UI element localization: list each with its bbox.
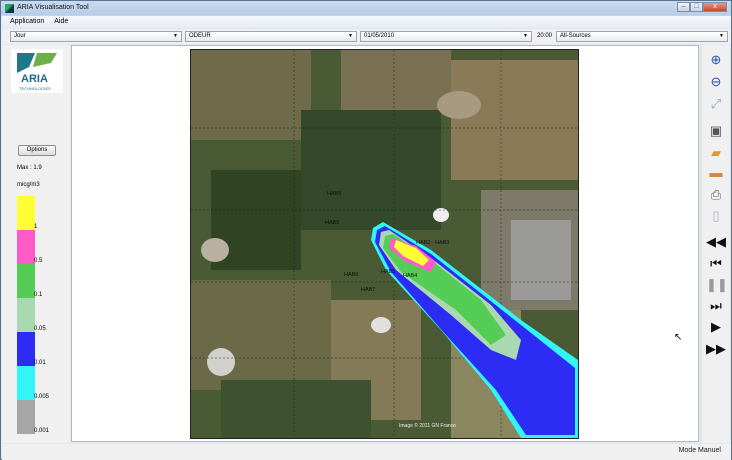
save-icon[interactable]: ▣ <box>706 122 726 140</box>
aria-logo: ARIA TECHNOLOGIES <box>11 49 63 93</box>
pollutant-value: ODEUR <box>189 33 211 39</box>
open-folder-icon[interactable]: ▰ <box>706 144 726 162</box>
minimize-button[interactable]: – <box>677 2 690 12</box>
receptor-label: HAB3 <box>435 240 450 246</box>
max-value: Max : 1.9 <box>17 165 42 171</box>
menu-bar: Application Aide <box>2 16 731 28</box>
source-select[interactable]: All-Sources ▼ <box>556 31 728 42</box>
close-button[interactable]: x <box>703 2 727 12</box>
window-title: ARIA Visualisation Tool <box>17 4 89 11</box>
unit-label: micg/m3 <box>17 182 40 188</box>
map-credit: Image © 2011 GN France <box>399 423 456 429</box>
skip-back-icon[interactable]: ⏮ <box>706 255 726 273</box>
mouse-cursor: ↖ <box>674 332 683 343</box>
chevron-down-icon: ▼ <box>348 33 353 39</box>
legend-swatch <box>17 400 35 434</box>
legend-swatch <box>17 366 35 400</box>
svg-text:TECHNOLOGIES: TECHNOLOGIES <box>19 86 51 91</box>
fast-forward-icon[interactable]: ▶▶ <box>706 340 726 358</box>
date-value: 01/05/2010 <box>364 33 395 39</box>
right-toolbar: ⊕ ⊖ ⤢ ▣ ▰ ▬ ⎙ ▯ ◀◀ ⏮ ❚❚ ⏭ ▶ ▶▶ <box>702 45 730 443</box>
legend-swatch <box>17 264 35 298</box>
legend-label: 0.01 <box>34 360 46 366</box>
legend-swatch <box>17 196 35 230</box>
options-button[interactable]: Options <box>18 145 56 156</box>
fit-extent-icon[interactable]: ⤢ <box>706 95 726 113</box>
receptor-label: HAB4 <box>403 273 418 279</box>
pollutant-select[interactable]: ODEUR ▼ <box>185 31 357 42</box>
receptor-label: HAB5 <box>381 269 396 275</box>
page-icon[interactable]: ▯ <box>706 207 726 225</box>
legend-swatch <box>17 230 35 264</box>
satellite-map[interactable]: HAB9 HAB8 HAB2 HAB3 HAB6 HAB5 HAB4 HAB7 Image ©… <box>190 49 579 439</box>
legend-label: 0.05 <box>34 326 46 332</box>
app-icon <box>5 4 14 13</box>
receptor-label: HAB6 <box>344 272 359 278</box>
status-bar: Mode Manuel <box>2 444 731 460</box>
receptor-label: HAB8 <box>325 220 340 226</box>
date-select[interactable]: 01/05/2010 ▼ <box>360 31 532 42</box>
zoom-out-icon[interactable]: ⊖ <box>706 73 726 91</box>
title-bar: ARIA Visualisation Tool – □ x <box>1 1 731 16</box>
legend-swatch <box>17 298 35 332</box>
receptor-label: HAB7 <box>361 287 376 293</box>
time-label: 20:00 <box>537 33 553 39</box>
menu-application[interactable]: Application <box>10 16 44 28</box>
legend-label: 0.1 <box>34 292 43 298</box>
svg-text:ARIA: ARIA <box>21 73 48 85</box>
legend-label: 0.5 <box>34 258 43 264</box>
period-select[interactable]: Jour ▼ <box>10 31 182 42</box>
menu-aide[interactable]: Aide <box>54 16 68 28</box>
legend-label: 0.005 <box>34 394 50 400</box>
receptor-label: HAB2 <box>416 240 431 246</box>
source-value: All-Sources <box>560 33 591 39</box>
toolbar: Jour ▼ ODEUR ▼ 01/05/2010 ▼ 20:00 All-Sourc… <box>2 29 731 44</box>
play-icon[interactable]: ▶ <box>706 318 726 336</box>
print-icon[interactable]: ⎙ <box>706 186 726 204</box>
pause-icon[interactable]: ❚❚ <box>706 276 728 294</box>
fast-rewind-icon[interactable]: ◀◀ <box>706 233 726 251</box>
skip-forward-icon[interactable]: ⏭ <box>706 297 726 315</box>
zoom-in-icon[interactable]: ⊕ <box>706 51 726 69</box>
maximize-button[interactable]: □ <box>690 2 703 12</box>
chevron-down-icon: ▼ <box>719 33 724 39</box>
map-layer-icon[interactable]: ▬ <box>706 164 726 182</box>
receptor-label: HAB9 <box>327 191 342 197</box>
chevron-down-icon: ▼ <box>523 33 528 39</box>
app-window: ARIA Visualisation Tool – □ x Applicatio… <box>0 0 732 460</box>
period-value: Jour <box>14 33 26 39</box>
legend-swatch <box>17 332 35 366</box>
chevron-down-icon: ▼ <box>173 33 178 39</box>
mode-label: Mode Manuel <box>678 447 721 454</box>
legend-label: 0.001 <box>34 428 50 434</box>
left-panel: ARIA TECHNOLOGIES Options Max : 1.9 micg… <box>2 45 70 443</box>
